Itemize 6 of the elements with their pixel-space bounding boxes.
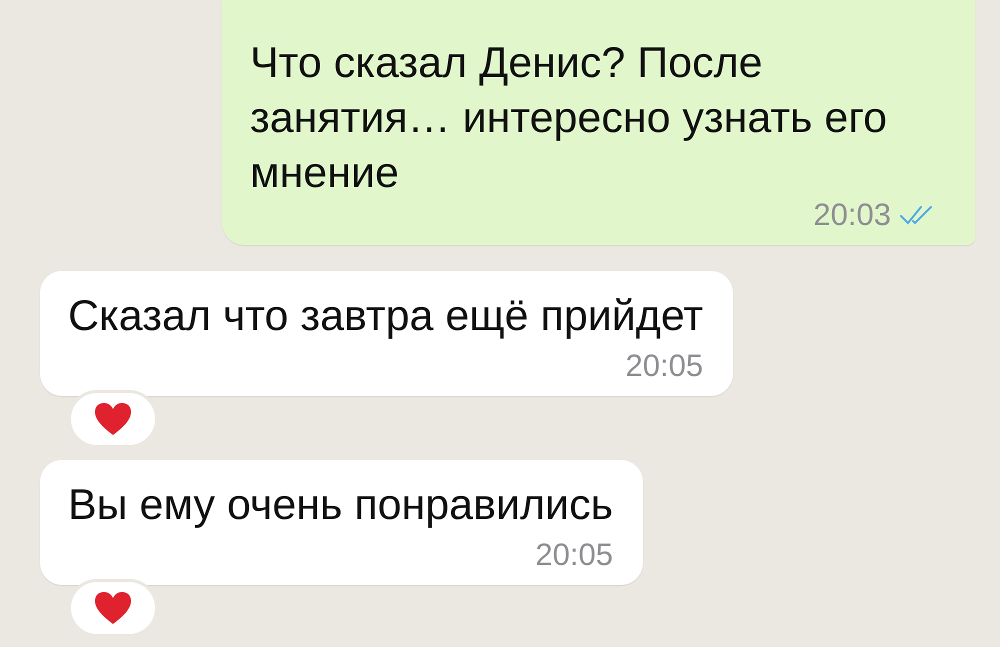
message-time: 20:05 bbox=[625, 348, 704, 384]
message-text: Что сказал Денис? После занятия… интересно узнать его мнение bbox=[250, 38, 888, 199]
message-text: Сказал что завтра ещё прийдет bbox=[68, 291, 704, 342]
message-time: 20:03 bbox=[813, 197, 891, 233]
message-time: 20:05 bbox=[535, 537, 613, 573]
message-text: Вы ему очень понравились bbox=[68, 480, 613, 531]
